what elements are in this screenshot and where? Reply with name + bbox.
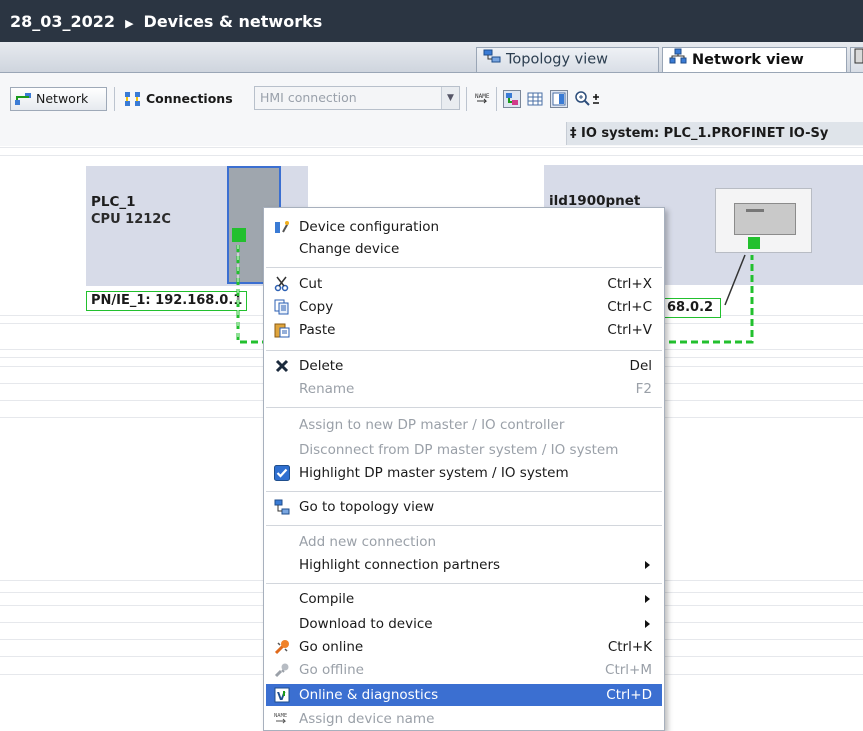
menu-item-highlight-connection-partners[interactable]: Highlight connection partners xyxy=(266,554,662,576)
menu-item-online-diagnostics[interactable]: V Online & diagnostics Ctrl+D xyxy=(266,684,662,706)
svg-text:NAME: NAME xyxy=(274,713,287,719)
menu-item-go-offline[interactable]: Go offline Ctrl+M xyxy=(266,659,662,681)
menu-item-compile[interactable]: Compile xyxy=(266,588,662,610)
menu-item-change-device[interactable]: Change device xyxy=(266,238,662,260)
name-tag-icon: NAME xyxy=(274,711,290,727)
submenu-arrow-icon xyxy=(645,561,650,569)
diagnostics-icon: V xyxy=(274,687,290,703)
menu-item-highlight-dp-master[interactable]: Highlight DP master system / IO system xyxy=(266,462,662,484)
menu-separator xyxy=(266,407,662,408)
topology-icon xyxy=(274,499,290,515)
paste-icon xyxy=(274,322,290,338)
menu-item-go-online[interactable]: Go online Ctrl+K xyxy=(266,636,662,658)
menu-item-paste[interactable]: Paste Ctrl+V xyxy=(266,319,662,341)
menu-item-disconnect-dp-master[interactable]: Disconnect from DP master system / IO sy… xyxy=(266,439,662,461)
device-config-icon xyxy=(274,219,290,235)
checkbox-checked-icon xyxy=(274,465,290,481)
menu-item-device-configuration[interactable]: Device configuration xyxy=(266,216,662,238)
menu-item-copy[interactable]: Copy Ctrl+C xyxy=(266,296,662,318)
scissors-icon xyxy=(274,276,290,292)
ild-label-leader xyxy=(724,254,746,306)
menu-separator xyxy=(266,267,662,268)
menu-item-download-to-device[interactable]: Download to device xyxy=(266,613,662,635)
menu-separator xyxy=(266,525,662,526)
context-menu: Device configuration Change device Cut C… xyxy=(263,207,665,731)
menu-item-rename[interactable]: Rename F2 xyxy=(266,378,662,400)
menu-item-cut[interactable]: Cut Ctrl+X xyxy=(266,273,662,295)
menu-separator xyxy=(266,350,662,351)
menu-item-go-to-topology[interactable]: Go to topology view xyxy=(266,496,662,518)
copy-icon xyxy=(274,299,290,315)
menu-separator xyxy=(266,491,662,492)
menu-separator xyxy=(266,583,662,584)
delete-x-icon xyxy=(274,358,290,374)
go-online-icon xyxy=(274,639,290,655)
menu-item-assign-dp-master[interactable]: Assign to new DP master / IO controller xyxy=(266,414,662,436)
menu-item-assign-device-name[interactable]: NAME Assign device name xyxy=(266,708,662,730)
menu-item-add-connection[interactable]: Add new connection xyxy=(266,531,662,553)
submenu-arrow-icon xyxy=(645,595,650,603)
go-offline-icon xyxy=(274,662,290,678)
submenu-arrow-icon xyxy=(645,620,650,628)
menu-item-delete[interactable]: Delete Del xyxy=(266,355,662,377)
